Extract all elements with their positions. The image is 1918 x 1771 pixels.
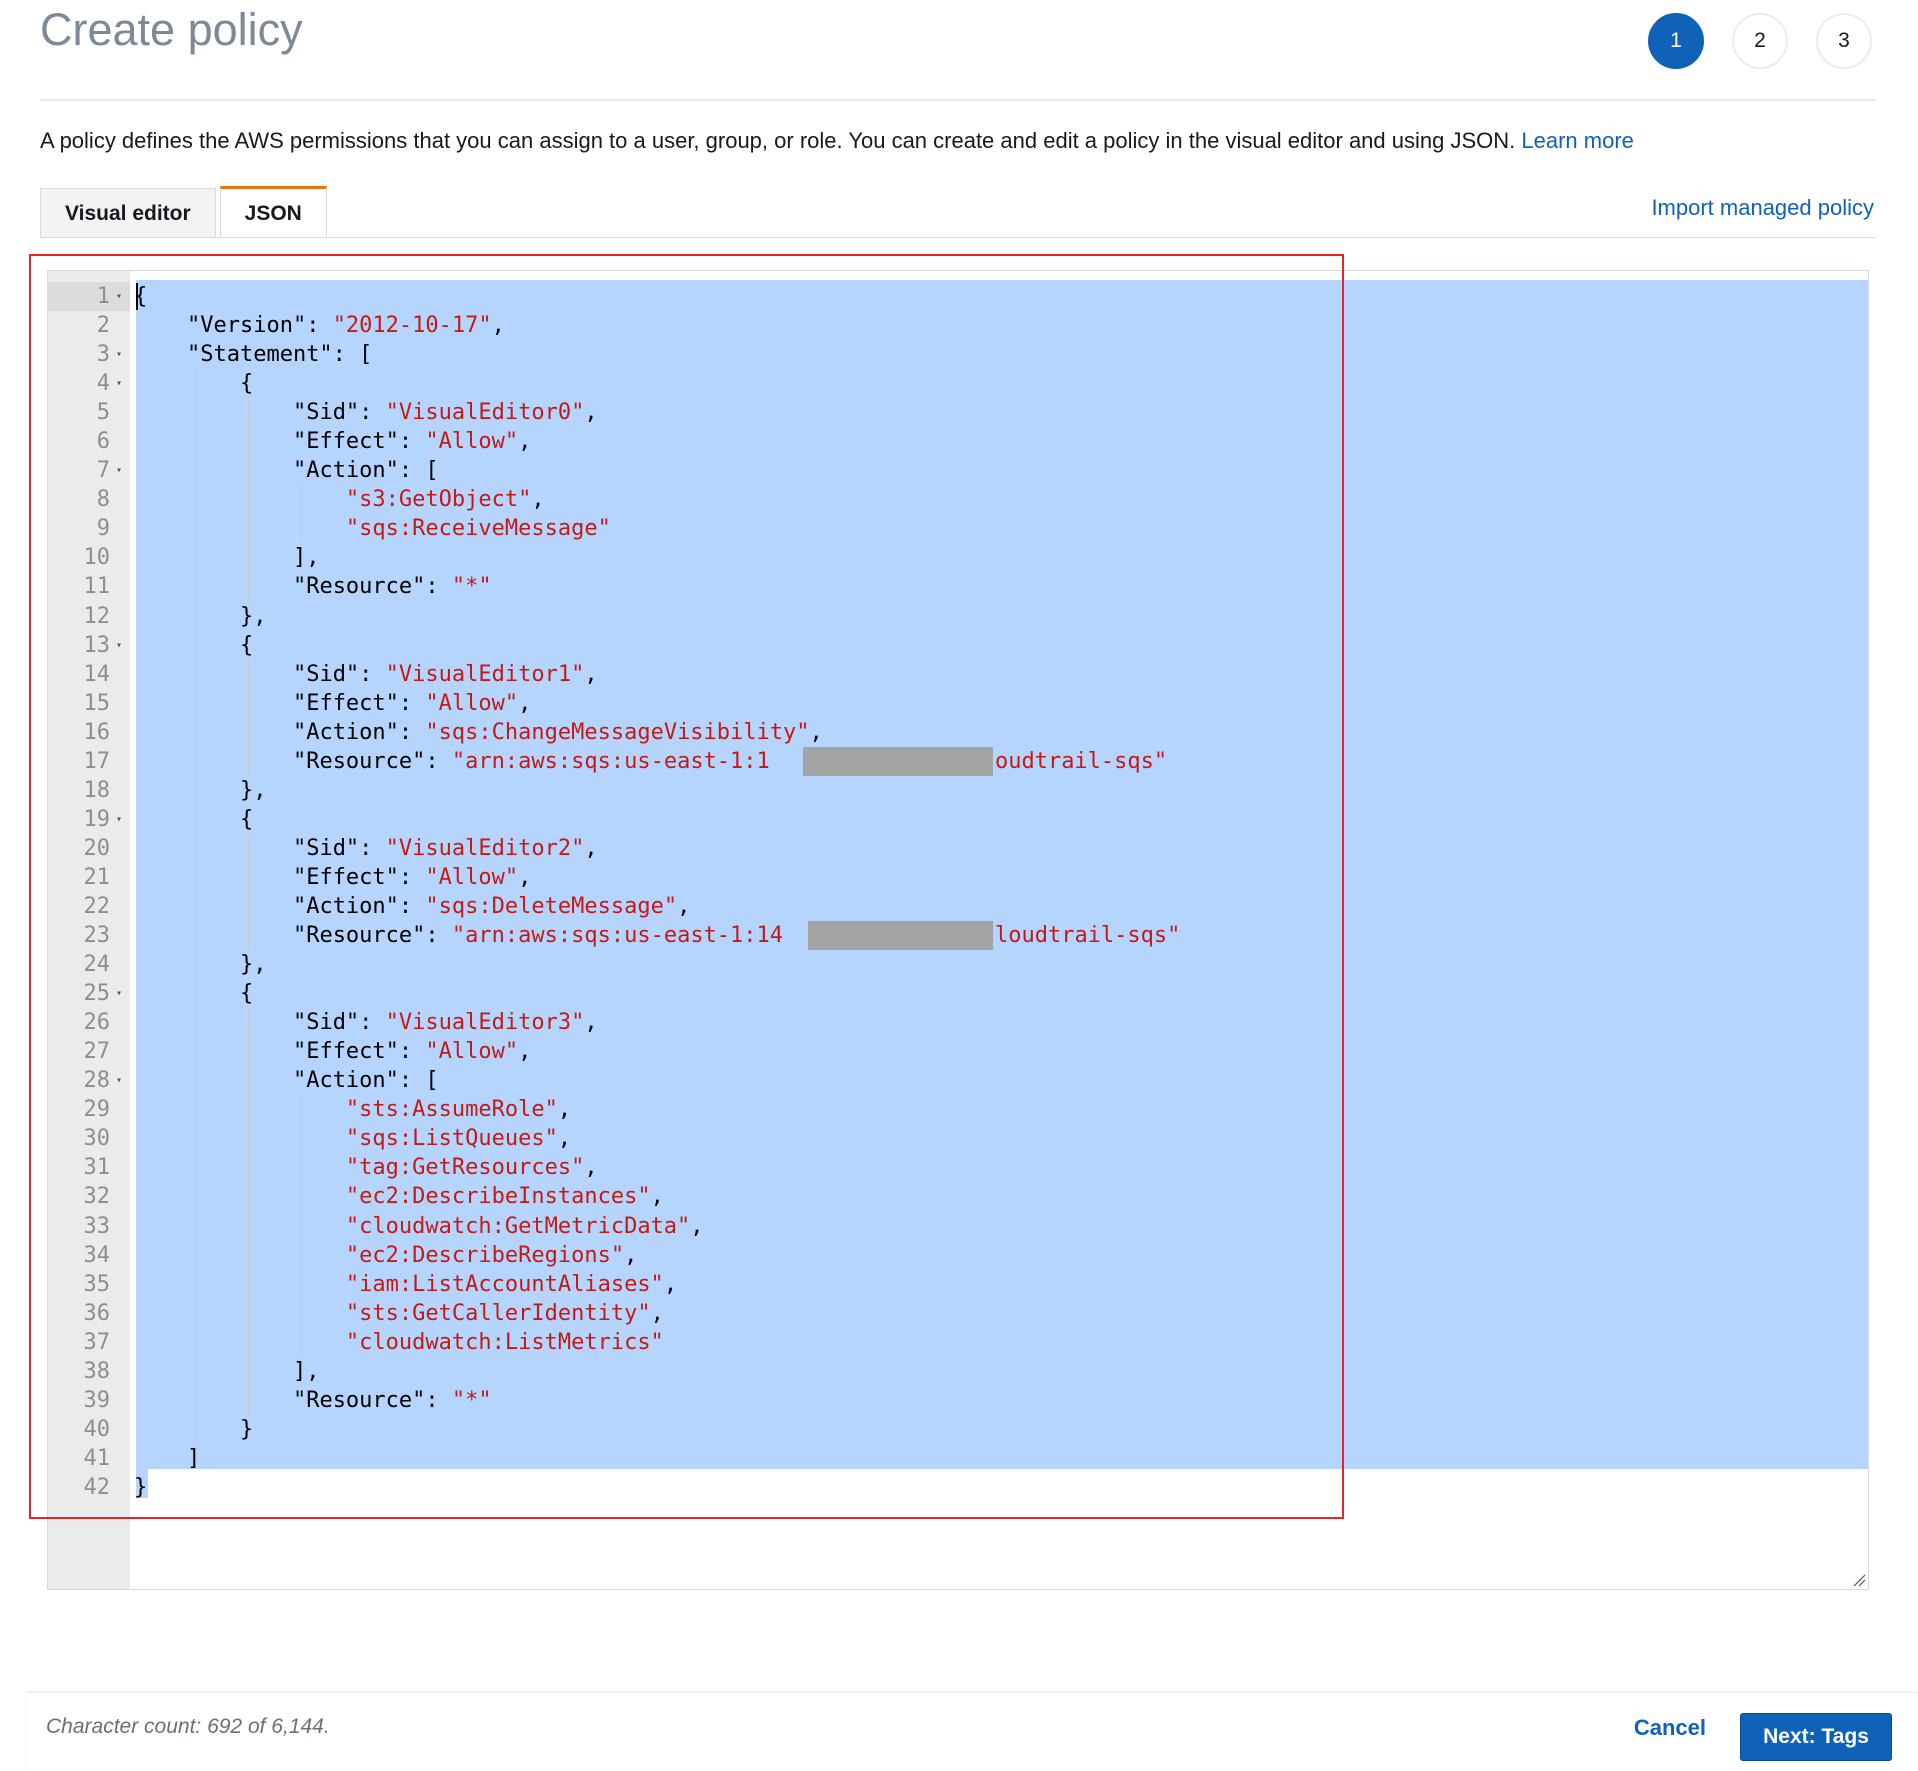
editor-tabs: Visual editor JSON bbox=[40, 186, 327, 238]
policy-description: A policy defines the AWS permissions tha… bbox=[40, 128, 1634, 154]
next-tags-button[interactable]: Next: Tags bbox=[1740, 1713, 1892, 1761]
tab-visual-editor[interactable]: Visual editor bbox=[40, 188, 216, 238]
tabs-divider bbox=[40, 237, 1876, 238]
description-text: A policy defines the AWS permissions tha… bbox=[40, 128, 1516, 153]
step-2[interactable]: 2 bbox=[1732, 13, 1788, 69]
step-3[interactable]: 3 bbox=[1816, 13, 1872, 69]
character-count: Character count: 692 of 6,144. bbox=[46, 1715, 330, 1738]
page-title: Create policy bbox=[40, 4, 303, 55]
footer-bar: Character count: 692 of 6,144. Cancel Ne… bbox=[26, 1692, 1918, 1771]
tab-json[interactable]: JSON bbox=[219, 186, 327, 238]
learn-more-link[interactable]: Learn more bbox=[1521, 128, 1634, 153]
annotation-highlight-box bbox=[29, 254, 1344, 1519]
step-1: 1 bbox=[1648, 13, 1704, 69]
wizard-steps: 1 2 3 bbox=[1648, 13, 1872, 69]
import-managed-policy-link[interactable]: Import managed policy bbox=[1651, 195, 1874, 221]
header-divider bbox=[40, 99, 1876, 101]
cancel-button[interactable]: Cancel bbox=[1634, 1715, 1706, 1741]
resize-handle-icon[interactable] bbox=[1852, 1573, 1866, 1587]
